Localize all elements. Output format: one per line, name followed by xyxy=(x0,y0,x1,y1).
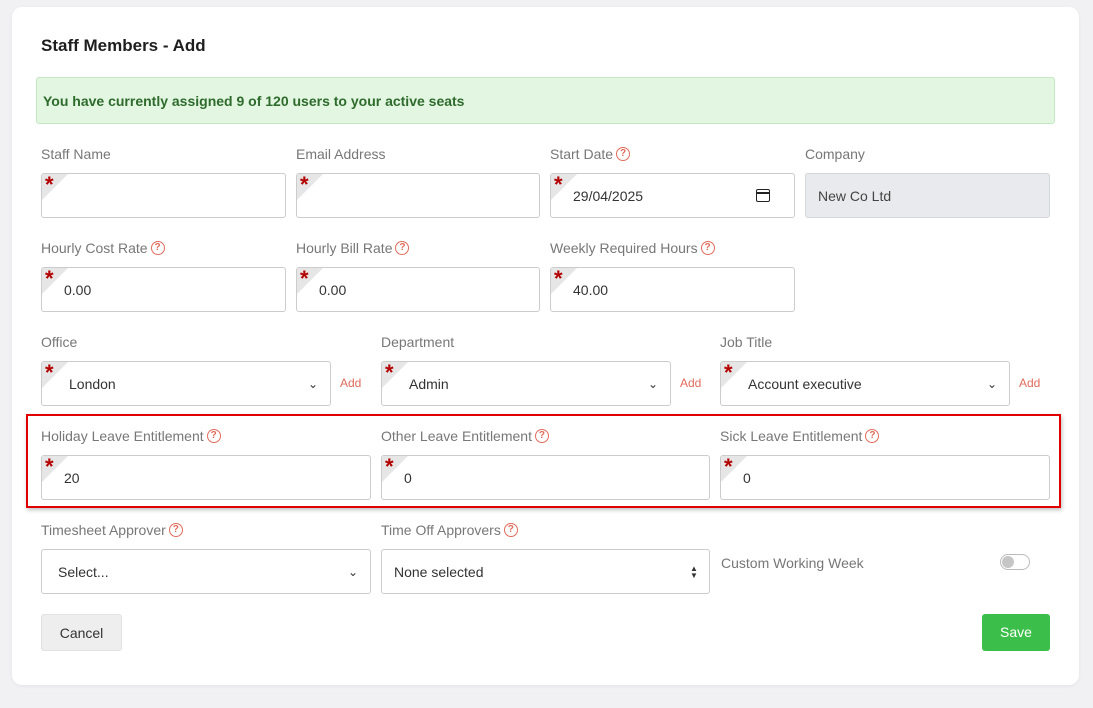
save-button[interactable]: Save xyxy=(982,614,1050,651)
custom-working-week-toggle[interactable] xyxy=(1000,554,1030,570)
timesheet-approver-select[interactable]: Select... ⌄ xyxy=(41,549,371,594)
chevron-down-icon: ⌄ xyxy=(987,376,998,391)
hourly-bill-label: Hourly Bill Rate? xyxy=(296,240,410,256)
required-asterisk-icon: * xyxy=(724,361,733,385)
email-input[interactable]: * xyxy=(296,173,540,218)
help-icon[interactable]: ? xyxy=(616,147,631,161)
help-icon[interactable]: ? xyxy=(168,523,183,537)
required-asterisk-icon: * xyxy=(300,267,309,291)
help-icon[interactable]: ? xyxy=(150,241,165,255)
company-label: Company xyxy=(805,146,865,162)
add-office-link[interactable]: Add xyxy=(340,376,361,390)
required-asterisk-icon: * xyxy=(300,173,309,197)
add-department-link[interactable]: Add xyxy=(680,376,701,390)
sick-leave-input[interactable]: * 0 xyxy=(720,455,1050,500)
required-asterisk-icon: * xyxy=(724,455,733,479)
job-title-label: Job Title xyxy=(720,334,773,350)
office-label: Office xyxy=(41,334,78,350)
staff-form-card: Staff Members - Add You have currently a… xyxy=(12,7,1079,685)
add-job-title-link[interactable]: Add xyxy=(1019,376,1040,390)
chevron-down-icon: ⌄ xyxy=(648,376,659,391)
hourly-bill-input[interactable]: * 0.00 xyxy=(296,267,540,312)
department-select[interactable]: * Admin ⌄ xyxy=(381,361,671,406)
required-asterisk-icon: * xyxy=(45,361,54,385)
seats-alert: You have currently assigned 9 of 120 use… xyxy=(36,77,1055,124)
help-icon[interactable]: ? xyxy=(503,523,518,537)
cancel-button[interactable]: Cancel xyxy=(41,614,122,651)
required-asterisk-icon: * xyxy=(45,455,54,479)
custom-working-week-label: Custom Working Week xyxy=(721,555,864,571)
other-leave-input[interactable]: * 0 xyxy=(381,455,710,500)
page-title: Staff Members - Add xyxy=(41,36,206,55)
chevron-down-icon: ⌄ xyxy=(348,564,359,579)
help-icon[interactable]: ? xyxy=(206,429,221,443)
help-icon[interactable]: ? xyxy=(700,241,715,255)
chevron-down-icon: ⌄ xyxy=(308,376,319,391)
required-asterisk-icon: * xyxy=(554,173,563,197)
timesheet-approver-label: Timesheet Approver? xyxy=(41,522,183,538)
department-label: Department xyxy=(381,334,455,350)
help-icon[interactable]: ? xyxy=(865,429,880,443)
weekly-hours-input[interactable]: * 40.00 xyxy=(550,267,795,312)
hourly-cost-input[interactable]: * 0.00 xyxy=(41,267,286,312)
job-title-select[interactable]: * Account executive ⌄ xyxy=(720,361,1010,406)
staff-name-label: Staff Name xyxy=(41,146,111,162)
required-asterisk-icon: * xyxy=(554,267,563,291)
help-icon[interactable]: ? xyxy=(395,241,410,255)
calendar-icon[interactable] xyxy=(756,189,770,202)
weekly-hours-label: Weekly Required Hours? xyxy=(550,240,715,256)
required-asterisk-icon: * xyxy=(45,173,54,197)
required-asterisk-icon: * xyxy=(385,455,394,479)
help-icon[interactable]: ? xyxy=(534,429,549,443)
sort-arrows-icon: ▲ ▼ xyxy=(690,563,698,580)
time-off-approvers-label: Time Off Approvers? xyxy=(381,522,518,538)
staff-name-input[interactable]: * xyxy=(41,173,286,218)
start-date-label: Start Date? xyxy=(550,146,631,162)
other-leave-label: Other Leave Entitlement? xyxy=(381,428,549,444)
hourly-cost-label: Hourly Cost Rate? xyxy=(41,240,165,256)
sick-leave-label: Sick Leave Entitlement? xyxy=(720,428,880,444)
email-label: Email Address xyxy=(296,146,386,162)
required-asterisk-icon: * xyxy=(385,361,394,385)
holiday-leave-label: Holiday Leave Entitlement? xyxy=(41,428,221,444)
office-select[interactable]: * London ⌄ xyxy=(41,361,331,406)
toggle-knob xyxy=(1002,556,1014,568)
company-field: New Co Ltd xyxy=(805,173,1050,218)
holiday-leave-input[interactable]: * 20 xyxy=(41,455,371,500)
required-asterisk-icon: * xyxy=(45,267,54,291)
time-off-approvers-select[interactable]: None selected ▲ ▼ xyxy=(381,549,710,594)
start-date-input[interactable]: * 29/04/2025 xyxy=(550,173,795,218)
